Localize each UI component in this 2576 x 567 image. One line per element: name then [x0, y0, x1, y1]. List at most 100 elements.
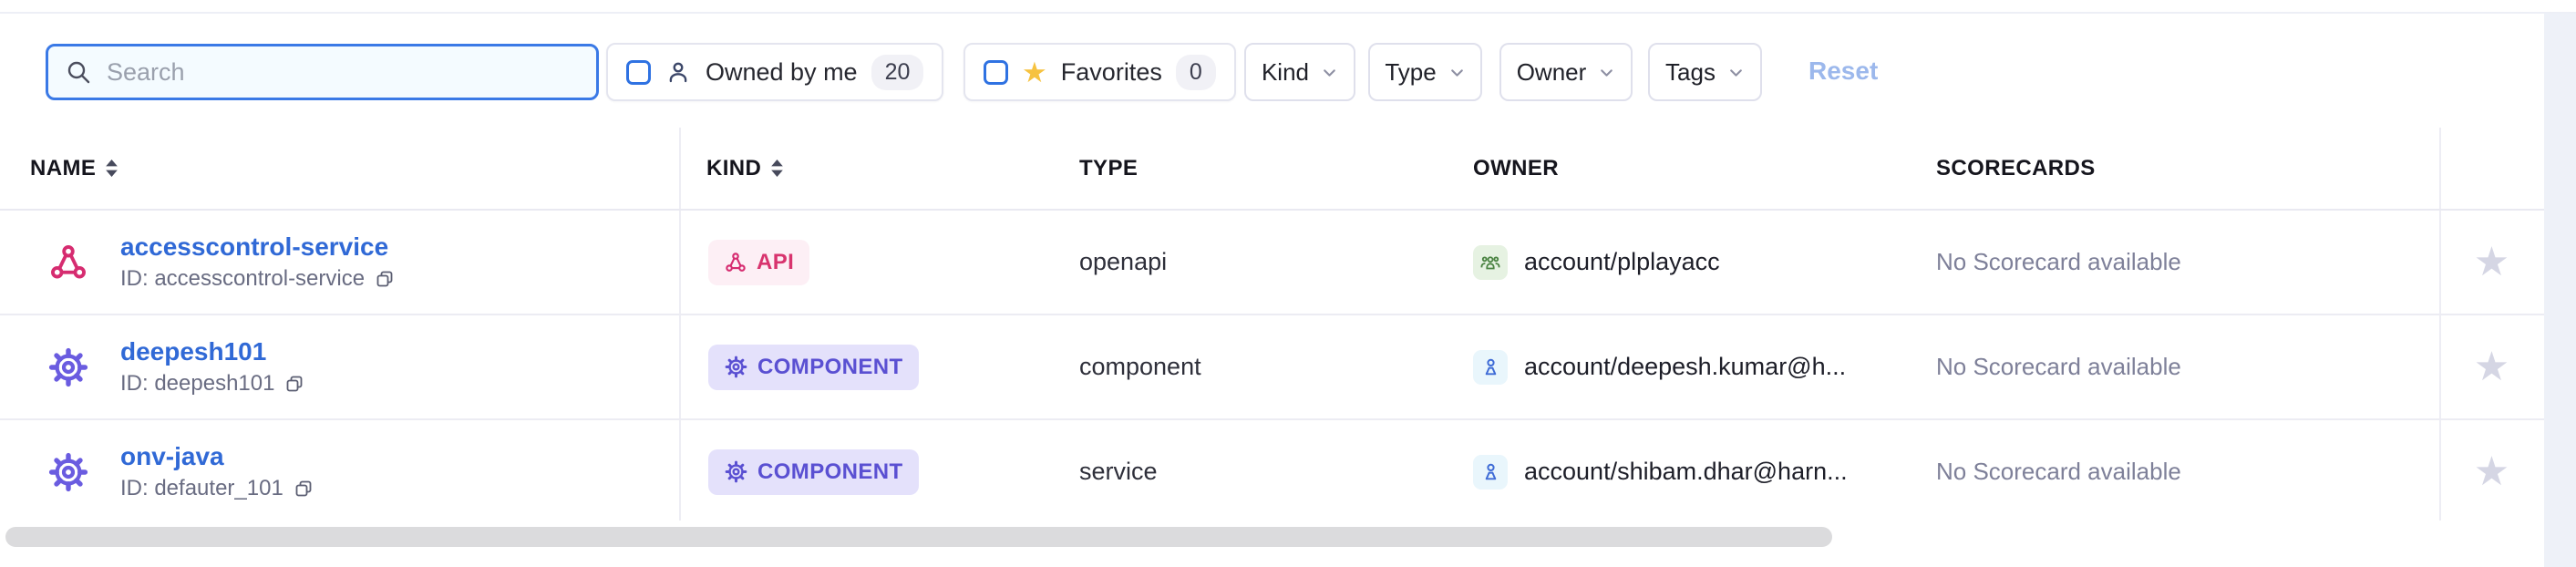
owned-by-me-filter[interactable]: Owned by me 20	[606, 43, 943, 101]
copy-icon[interactable]	[293, 478, 314, 500]
favorite-cell: ★	[2439, 211, 2544, 314]
favorites-count: 0	[1176, 55, 1216, 90]
catalog-page: Owned by me 20 ★ Favorites 0 Kind Type	[0, 0, 2576, 567]
name-cell: deepesh101 ID: deepesh101	[46, 315, 305, 418]
chevron-down-icon	[1598, 64, 1615, 81]
owner-value: account/plplayacc	[1524, 248, 1720, 276]
gear-icon	[46, 345, 91, 389]
scorecards-cell: No Scorecard available	[1936, 211, 2181, 314]
api-icon	[46, 242, 91, 284]
column-header-label: SCORECARDS	[1936, 156, 2096, 181]
table-row: onv-java ID: defauter_101	[0, 420, 2576, 525]
name-cell: onv-java ID: defauter_101	[46, 420, 314, 523]
favorite-star-icon[interactable]: ★	[2474, 452, 2509, 492]
scorecard-status: No Scorecard available	[1936, 353, 2181, 381]
table-header-row: NAME KIND TYPE	[0, 128, 2576, 211]
horizontal-scrollbar[interactable]	[0, 521, 2544, 567]
tags-dropdown-label: Tags	[1665, 58, 1716, 87]
table-row: accesscontrol-service ID: accesscontrol-…	[0, 211, 2576, 315]
search-box	[46, 44, 599, 100]
favorite-star-icon[interactable]: ★	[2474, 242, 2509, 283]
type-value: service	[1079, 458, 1158, 486]
column-header-scorecards: SCORECARDS	[1936, 128, 2096, 209]
owner-value: account/shibam.dhar@harn...	[1524, 458, 1848, 486]
column-header-label: OWNER	[1473, 156, 1559, 181]
column-header-label: TYPE	[1079, 156, 1138, 181]
favorites-label: Favorites	[1061, 58, 1162, 87]
gear-icon	[46, 450, 91, 494]
entity-id-label: ID: defauter_101	[120, 476, 283, 501]
owned-by-me-checkbox[interactable]	[626, 60, 651, 85]
kind-dropdown-label: Kind	[1262, 58, 1309, 87]
catalog-table: NAME KIND TYPE	[0, 128, 2576, 525]
reset-filters-link[interactable]: Reset	[1808, 57, 1878, 86]
favorite-cell: ★	[2439, 315, 2544, 418]
scorecard-status: No Scorecard available	[1936, 248, 2181, 276]
type-value: openapi	[1079, 248, 1167, 276]
column-header-name[interactable]: NAME	[30, 128, 118, 209]
favorites-checkbox[interactable]	[984, 60, 1008, 85]
kind-badge-label: API	[757, 250, 794, 275]
entity-id-label: ID: accesscontrol-service	[120, 266, 365, 292]
owner-cell: account/shibam.dhar@harn...	[1473, 420, 1848, 523]
type-dropdown[interactable]: Type	[1368, 43, 1482, 101]
type-cell: openapi	[1079, 211, 1167, 314]
kind-badge-label: COMPONENT	[757, 459, 903, 485]
favorite-cell: ★	[2439, 420, 2544, 523]
star-icon: ★	[1022, 58, 1047, 87]
page-background-gutter	[2544, 14, 2576, 567]
owned-by-me-count: 20	[871, 55, 924, 90]
copy-icon[interactable]	[283, 373, 305, 395]
favorite-star-icon[interactable]: ★	[2474, 347, 2509, 387]
copy-icon[interactable]	[374, 268, 396, 290]
scorecards-cell: No Scorecard available	[1936, 315, 2181, 418]
column-header-type: TYPE	[1079, 128, 1138, 209]
sort-icon	[105, 160, 118, 178]
person-icon	[665, 58, 692, 86]
entity-name-link[interactable]: onv-java	[120, 442, 314, 471]
gear-icon	[724, 355, 748, 379]
gear-icon	[724, 459, 748, 484]
kind-badge-label: COMPONENT	[757, 355, 903, 380]
chevron-down-icon	[1727, 64, 1745, 81]
owner-value: account/deepesh.kumar@h...	[1524, 353, 1846, 381]
scrollbar-thumb[interactable]	[5, 527, 1832, 547]
kind-badge-component: COMPONENT	[708, 449, 919, 495]
owner-dropdown[interactable]: Owner	[1499, 43, 1633, 101]
chevron-down-icon	[1321, 64, 1338, 81]
owned-by-me-label: Owned by me	[706, 58, 858, 87]
owner-cell: account/plplayacc	[1473, 211, 1720, 314]
type-dropdown-label: Type	[1385, 58, 1436, 87]
entity-id-label: ID: deepesh101	[120, 371, 274, 397]
scorecards-cell: No Scorecard available	[1936, 420, 2181, 523]
type-value: component	[1079, 353, 1201, 381]
kind-cell: API	[708, 211, 809, 314]
column-header-label: NAME	[30, 156, 96, 181]
table-row: deepesh101 ID: deepesh101	[0, 315, 2576, 420]
owner-cell: account/deepesh.kumar@h...	[1473, 315, 1846, 418]
type-cell: service	[1079, 420, 1158, 523]
filter-bar: Owned by me 20 ★ Favorites 0 Kind Type	[0, 0, 2576, 128]
name-cell: accesscontrol-service ID: accesscontrol-…	[46, 211, 396, 314]
kind-dropdown[interactable]: Kind	[1244, 43, 1355, 101]
owner-dropdown-label: Owner	[1517, 58, 1587, 87]
user-icon	[1473, 350, 1508, 385]
tags-dropdown[interactable]: Tags	[1648, 43, 1762, 101]
column-header-kind[interactable]: KIND	[706, 128, 784, 209]
search-icon	[65, 58, 92, 86]
kind-cell: COMPONENT	[708, 315, 919, 418]
entity-name-link[interactable]: deepesh101	[120, 337, 305, 366]
favorites-filter[interactable]: ★ Favorites 0	[963, 43, 1236, 101]
chevron-down-icon	[1448, 64, 1466, 81]
kind-badge-api: API	[708, 240, 809, 285]
scorecard-status: No Scorecard available	[1936, 458, 2181, 486]
kind-cell: COMPONENT	[708, 420, 919, 523]
entity-name-link[interactable]: accesscontrol-service	[120, 232, 396, 262]
api-icon	[724, 251, 747, 274]
type-cell: component	[1079, 315, 1201, 418]
user-icon	[1473, 455, 1508, 490]
kind-badge-component: COMPONENT	[708, 345, 919, 390]
search-input[interactable]	[105, 57, 580, 88]
sort-icon	[770, 160, 784, 178]
column-header-label: KIND	[706, 156, 761, 181]
